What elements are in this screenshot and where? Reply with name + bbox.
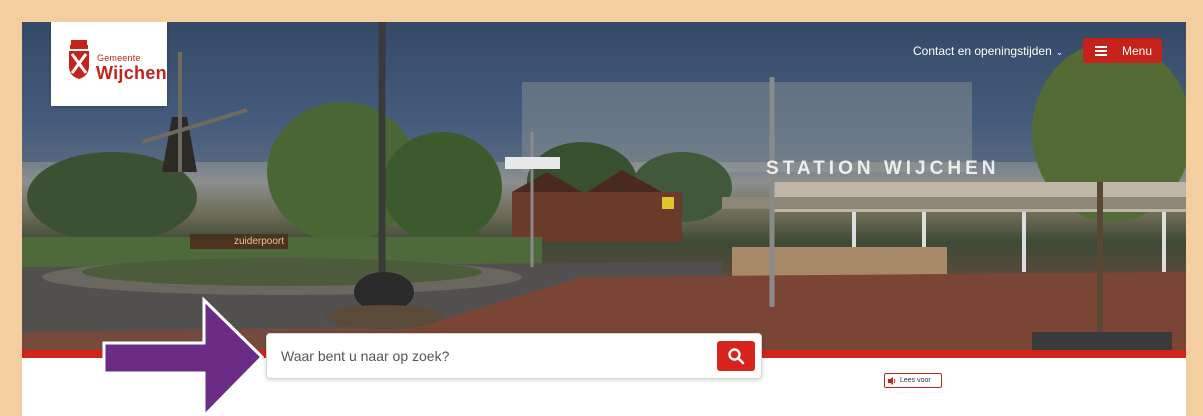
annotation-arrow-icon [102,296,265,416]
